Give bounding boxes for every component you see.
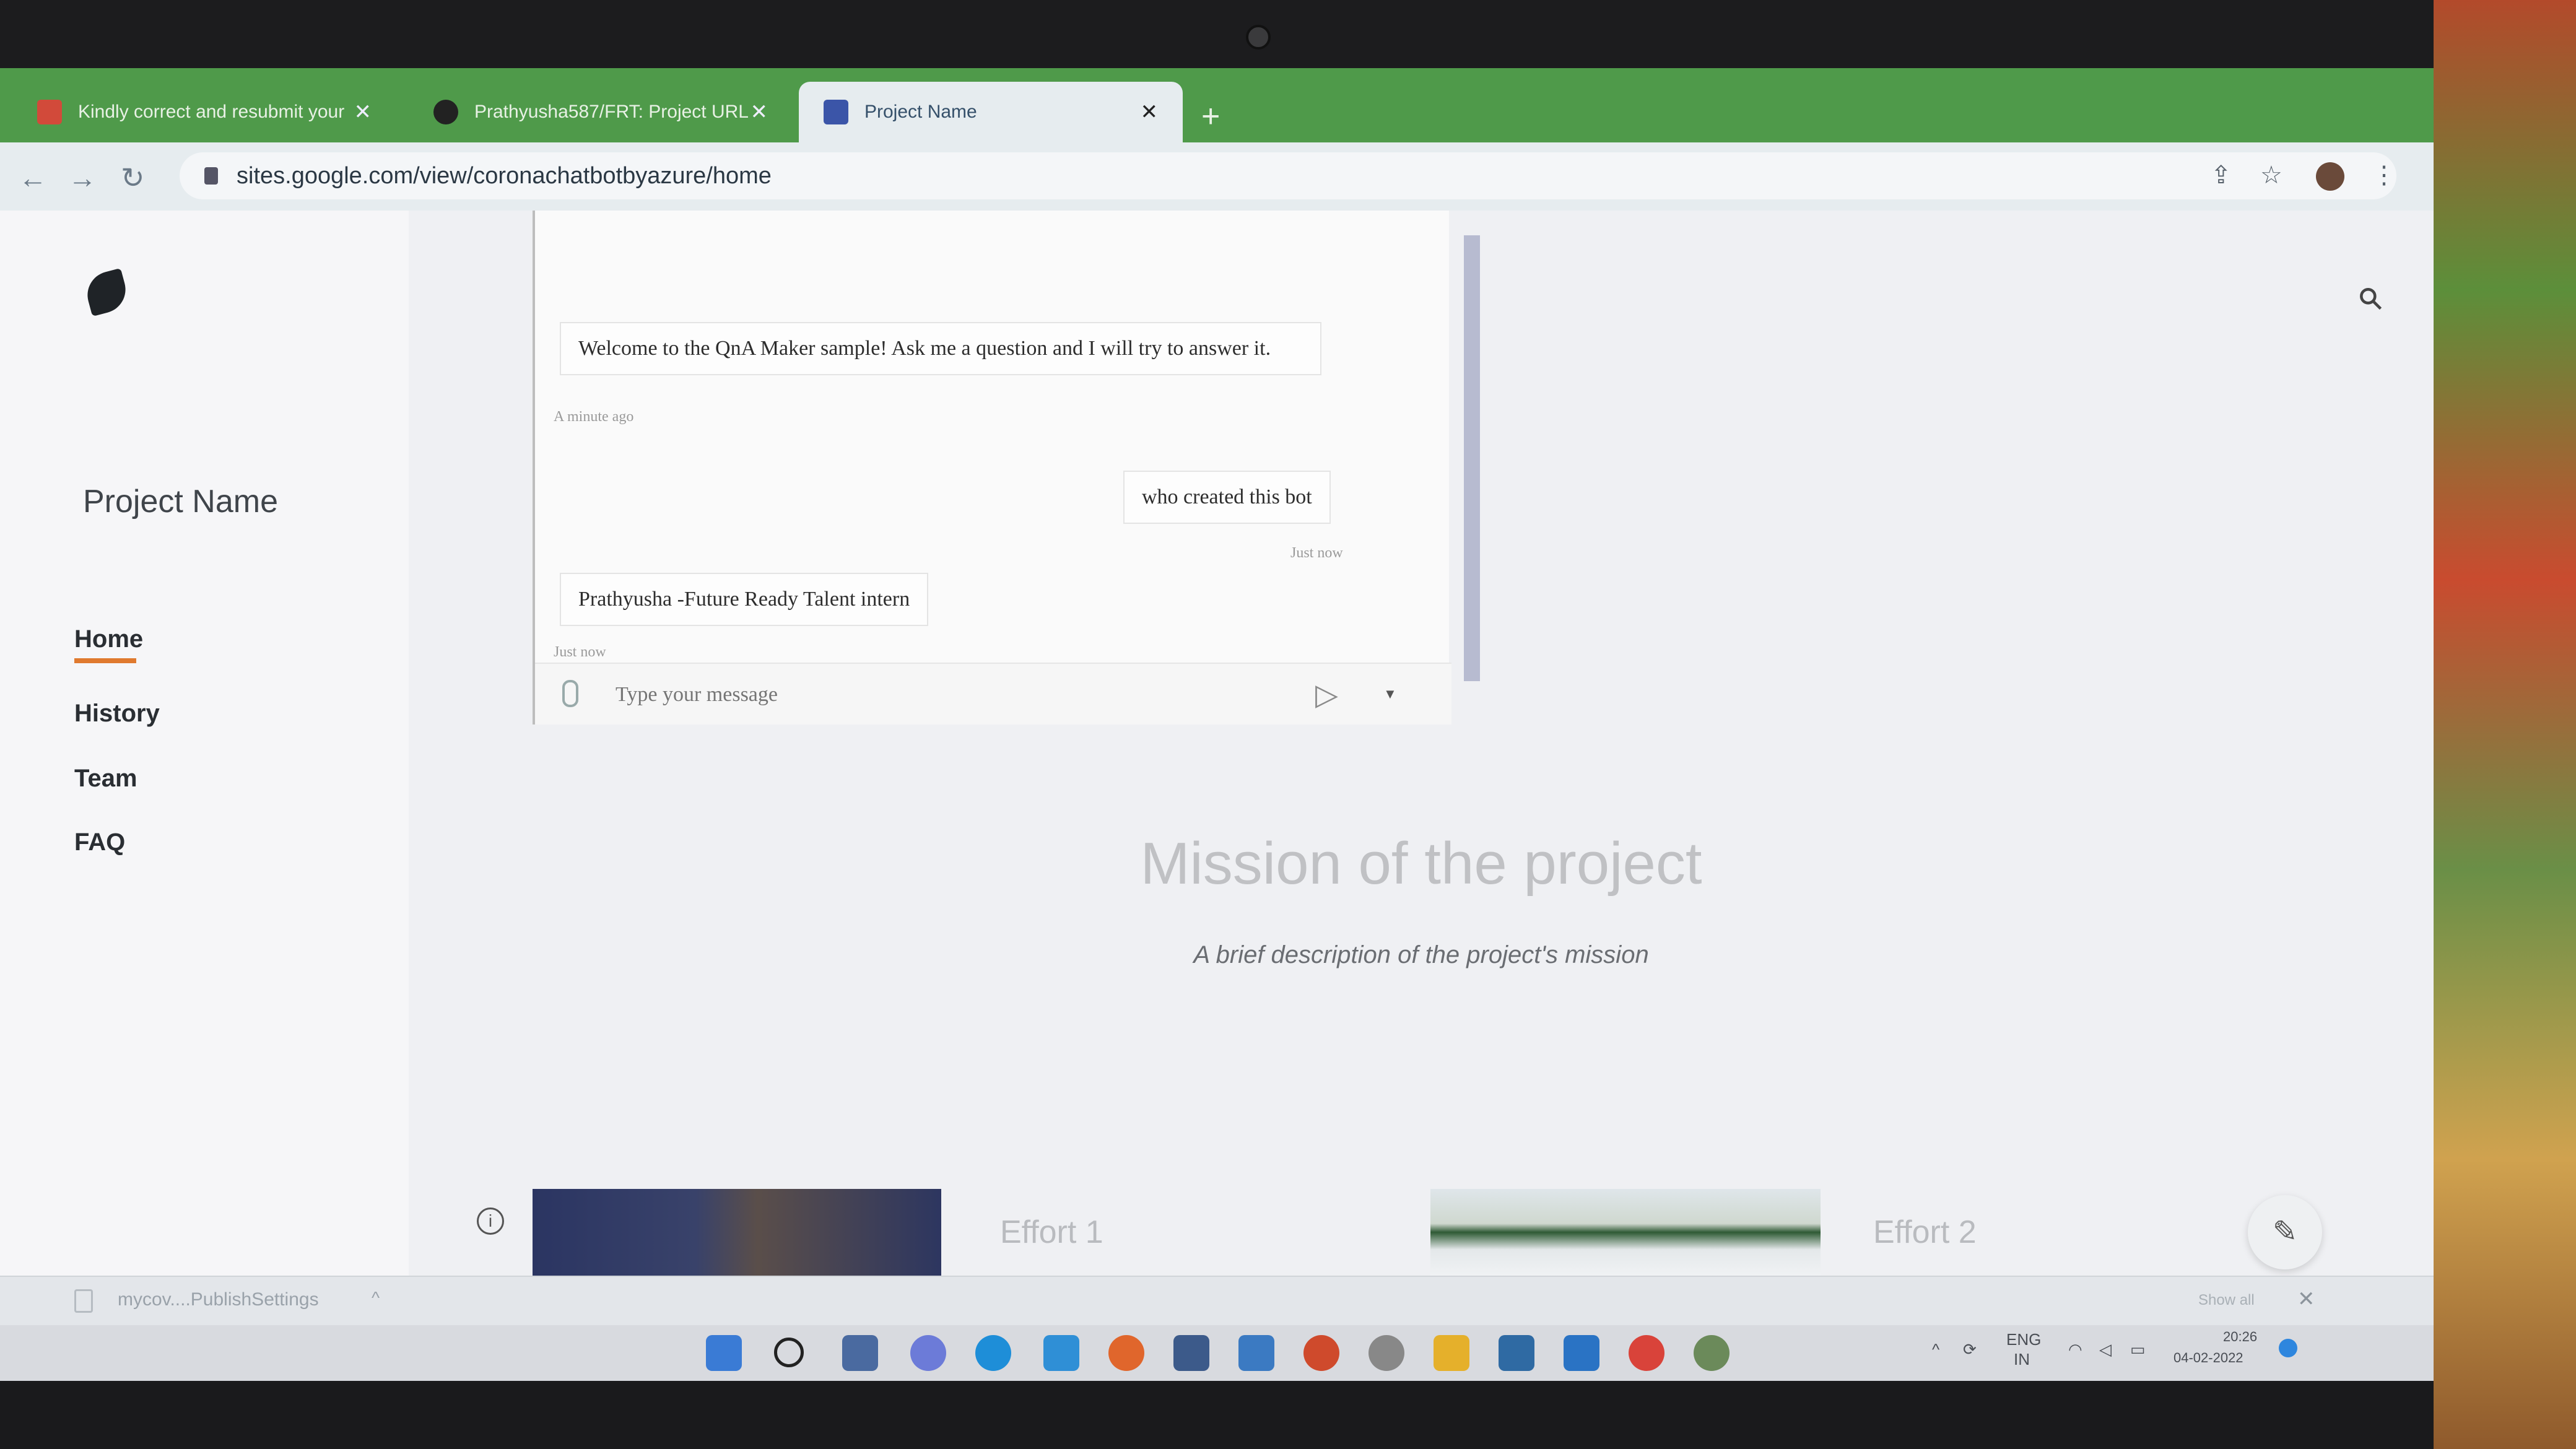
chrome-icon[interactable] [1629, 1335, 1664, 1371]
nav-history[interactable]: History [74, 700, 160, 728]
gmail-icon [37, 100, 62, 124]
chevron-up-icon[interactable]: ^ [1932, 1340, 1939, 1359]
battery-icon[interactable]: ▭ [2130, 1340, 2146, 1359]
share-icon[interactable]: ⇪ [2211, 161, 2232, 189]
address-bar[interactable]: sites.google.com/view/coronachatbotbyazu… [180, 152, 2396, 199]
download-bar: mycov....PublishSettings ^ Show all ✕ [0, 1276, 2434, 1325]
file-explorer-icon[interactable] [1434, 1335, 1469, 1371]
vscode-icon[interactable] [1564, 1335, 1599, 1371]
mission-title: Mission of the project [1140, 830, 1702, 897]
tab-title: Project Name [864, 102, 977, 122]
download-bar-close-icon[interactable]: ✕ [2297, 1287, 2315, 1312]
tab-project-name[interactable]: Project Name ✕ [799, 82, 1183, 142]
new-tab-button[interactable]: + [1201, 98, 1220, 135]
task-view-icon[interactable] [842, 1335, 878, 1371]
url-text: sites.google.com/view/coronachatbotbyazu… [237, 162, 772, 189]
info-icon[interactable]: i [477, 1208, 504, 1235]
background-cloth [2434, 0, 2576, 1449]
search-icon[interactable] [2357, 285, 2384, 312]
tab-title: Prathyusha587/FRT: Project URL [474, 102, 749, 122]
browser-toolbar: ← → ↻ sites.google.com/view/coronachatbo… [0, 142, 2434, 211]
windows-taskbar: ^ ⟳ ENG IN ◠ ◁ ▭ 20:26 04-02-2022 [0, 1325, 2434, 1381]
user-message: who created this bot [1123, 471, 1331, 524]
tab-title: Kindly correct and resubmit your [78, 102, 345, 122]
bot-message: Welcome to the QnA Maker sample! Ask me … [560, 322, 1321, 375]
mission-description: A brief description of the project's mis… [1193, 941, 1649, 968]
message-timestamp: Just now [554, 644, 606, 660]
main-content: Welcome to the QnA Maker sample! Ask me … [409, 211, 2434, 1276]
notepad-icon[interactable] [1499, 1335, 1534, 1371]
forward-icon[interactable]: → [68, 161, 97, 194]
tab-close-icon[interactable]: ✕ [354, 100, 372, 124]
tab-github[interactable]: Prathyusha587/FRT: Project URL ✕ [409, 82, 793, 142]
message-timestamp: Just now [1290, 545, 1343, 561]
download-item[interactable]: mycov....PublishSettings [118, 1289, 319, 1310]
nav-faq[interactable]: FAQ [74, 829, 125, 856]
volume-icon[interactable]: ◁ [2099, 1340, 2112, 1359]
language-region: IN [2014, 1350, 2030, 1368]
search-icon[interactable] [774, 1338, 804, 1367]
tab-close-icon[interactable]: ✕ [751, 100, 768, 124]
message-input[interactable] [616, 677, 1297, 712]
lock-icon [204, 167, 218, 185]
laptop-bezel-top [0, 0, 2576, 74]
desktop-icon[interactable] [1043, 1335, 1079, 1371]
clock-date[interactable]: 04-02-2022 [2174, 1350, 2243, 1366]
edit-pencil-icon[interactable]: ✎ [2248, 1195, 2322, 1269]
laptop-bezel-bottom [0, 1381, 2434, 1449]
windows-start-icon[interactable] [706, 1335, 742, 1371]
nav-team[interactable]: Team [74, 765, 137, 793]
tab-gmail[interactable]: Kindly correct and resubmit your ✕ [12, 82, 396, 142]
chat-icon[interactable] [910, 1335, 946, 1371]
notification-icon[interactable] [2279, 1339, 2297, 1357]
clock-time[interactable]: 20:26 [2223, 1329, 2257, 1345]
webcam [1246, 25, 1271, 50]
leaf-logo-icon [82, 268, 131, 317]
effort-2-label: Effort 2 [1873, 1214, 1977, 1250]
powerpoint-icon[interactable] [1303, 1335, 1339, 1371]
effort-1-image [533, 1189, 941, 1276]
keyboard-icon[interactable] [1173, 1335, 1209, 1371]
google-sites-icon [824, 100, 848, 124]
screen: Kindly correct and resubmit your ✕ Prath… [0, 68, 2434, 1381]
effort-1-label: Effort 1 [1000, 1214, 1103, 1250]
sidebar: Project Name Home History Team FAQ [0, 211, 409, 1276]
settings-icon[interactable] [1368, 1335, 1404, 1371]
show-all-button[interactable]: Show all [2198, 1292, 2255, 1309]
file-icon [74, 1289, 93, 1313]
tab-close-icon[interactable]: ✕ [1141, 100, 1159, 124]
language-indicator[interactable]: ENG [2006, 1330, 2041, 1349]
chatbot-widget: Welcome to the QnA Maker sample! Ask me … [533, 211, 1480, 724]
effort-2-image [1430, 1189, 1821, 1276]
store-icon[interactable] [1238, 1335, 1274, 1371]
chat-scrollbar[interactable] [1464, 235, 1480, 681]
tab-strip: Kindly correct and resubmit your ✕ Prath… [0, 68, 2434, 142]
bookmark-star-icon[interactable]: ☆ [2260, 161, 2282, 189]
chrome-profile-icon[interactable] [1694, 1335, 1730, 1371]
back-icon[interactable]: ← [19, 161, 47, 194]
menu-kebab-icon[interactable]: ⋮ [2372, 161, 2396, 189]
wifi-icon[interactable]: ◠ [2068, 1340, 2082, 1359]
profile-avatar[interactable] [2316, 162, 2344, 191]
attachment-icon[interactable] [562, 680, 578, 707]
bot-message: Prathyusha -Future Ready Talent intern [560, 573, 929, 626]
chat-input-bar: ▷ ▼ [535, 663, 1451, 724]
reload-icon[interactable]: ↻ [121, 161, 145, 194]
edge-icon[interactable] [975, 1335, 1011, 1371]
chevron-up-icon[interactable]: ^ [372, 1288, 380, 1308]
chevron-down-icon[interactable]: ▼ [1383, 686, 1397, 702]
send-icon[interactable]: ▷ [1315, 677, 1338, 712]
firefox-icon[interactable] [1108, 1335, 1144, 1371]
github-icon [433, 100, 458, 124]
nav-home[interactable]: Home [74, 625, 143, 663]
message-timestamp: A minute ago [554, 409, 634, 425]
page: Project Name Home History Team FAQ Welco… [0, 211, 2434, 1276]
site-project-name: Project Name [83, 484, 278, 520]
sync-icon: ⟳ [1963, 1340, 1977, 1359]
